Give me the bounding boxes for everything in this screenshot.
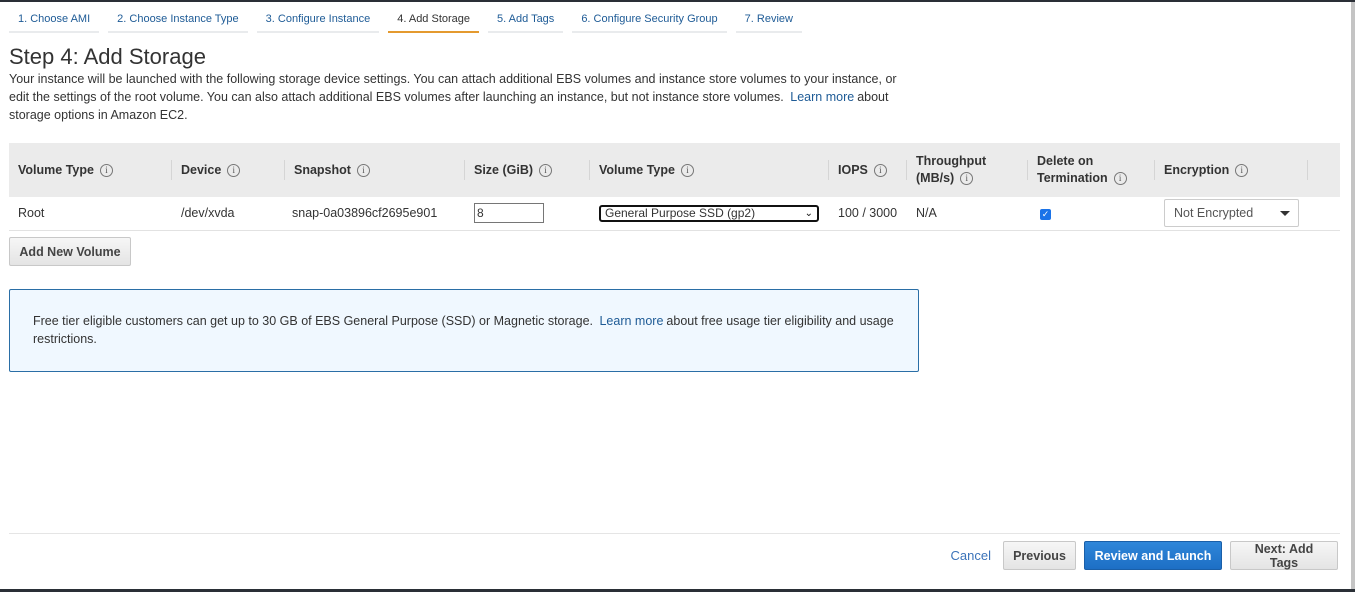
step-add-storage[interactable]: 4. Add Storage [388, 13, 480, 33]
cancel-link[interactable]: Cancel [951, 548, 991, 563]
step-choose-ami[interactable]: 1. Choose AMI [9, 13, 100, 33]
chevron-down-icon: ⌄ [804, 207, 813, 219]
delete-on-termination-checkbox[interactable]: ✓ [1040, 209, 1051, 221]
header-size: Size (GiB) i [465, 143, 590, 197]
step-choose-instance-type[interactable]: 2. Choose Instance Type [108, 13, 248, 33]
cell-size [465, 197, 590, 230]
header-throughput: Throughput (MB/s) i [907, 143, 1028, 197]
info-icon[interactable]: i [680, 163, 694, 177]
wizard-steps: 1. Choose AMI 2. Choose Instance Type 3.… [9, 13, 811, 33]
header-snapshot: Snapshot i [285, 143, 465, 197]
table-row: Root /dev/xvda snap-0a03896cf2695e901 Ge… [9, 197, 1340, 230]
volume-type-select[interactable]: General Purpose SSD (gp2) ⌄ [599, 204, 819, 222]
size-input[interactable] [474, 203, 544, 224]
footer-actions: Cancel Previous Review and Launch Next: … [951, 541, 1338, 570]
add-new-volume-button[interactable]: Add New Volume [9, 237, 131, 266]
free-tier-notice: Free tier eligible customers can get up … [9, 289, 919, 372]
next-add-tags-button[interactable]: Next: Add Tags [1230, 541, 1338, 570]
header-ebs-volume-type: Volume Type i [590, 143, 829, 197]
info-icon[interactable]: i [960, 172, 974, 186]
step-configure-instance[interactable]: 3. Configure Instance [256, 13, 380, 33]
notice-text: Free tier eligible customers can get up … [33, 314, 593, 328]
info-icon[interactable]: i [1113, 172, 1127, 186]
step-configure-security-group[interactable]: 6. Configure Security Group [572, 13, 727, 33]
encryption-value: Not Encrypted [1174, 206, 1254, 221]
cell-iops: 100 / 3000 [838, 206, 898, 221]
description-text: Your instance will be launched with the … [9, 72, 897, 104]
cell-device: /dev/xvda [181, 206, 235, 221]
footer-divider [9, 533, 1340, 534]
encryption-select[interactable]: Not Encrypted [1164, 199, 1299, 228]
info-icon[interactable]: i [99, 163, 113, 177]
cell-encryption: Not Encrypted [1155, 197, 1308, 230]
storage-table: Volume Type i Device i Snapshot i Size (GiB… [9, 143, 1340, 231]
previous-button[interactable]: Previous [1003, 541, 1076, 570]
learn-more-storage-link[interactable]: Learn more [787, 90, 857, 104]
info-icon[interactable]: i [539, 163, 553, 177]
info-icon[interactable]: i [227, 163, 241, 177]
page-description: Your instance will be launched with the … [9, 70, 914, 124]
info-icon[interactable]: i [873, 163, 887, 177]
info-icon[interactable]: i [356, 163, 370, 177]
cell-volume-type: Root [18, 206, 45, 221]
cell-delete-on-termination: ✓ [1028, 197, 1155, 230]
table-header-row: Volume Type i Device i Snapshot i Size (GiB… [9, 143, 1340, 197]
window-top-border [0, 0, 1355, 2]
volume-type-value: General Purpose SSD (gp2) [605, 206, 756, 221]
header-device: Device i [172, 143, 285, 197]
cell-ebs-volume-type: General Purpose SSD (gp2) ⌄ [590, 197, 829, 230]
header-actions [1308, 143, 1340, 197]
info-icon[interactable]: i [1235, 163, 1249, 177]
step-review[interactable]: 7. Review [735, 13, 802, 33]
caret-down-icon [1280, 210, 1290, 216]
header-encryption: Encryption i [1155, 143, 1308, 197]
step-add-tags[interactable]: 5. Add Tags [488, 13, 564, 33]
cell-snapshot: snap-0a03896cf2695e901 [292, 206, 438, 221]
learn-more-free-tier-link[interactable]: Learn more [596, 314, 666, 328]
header-iops: IOPS i [829, 143, 907, 197]
header-delete-on-termination: Delete on Termination i [1028, 143, 1155, 197]
review-and-launch-button[interactable]: Review and Launch [1084, 541, 1222, 570]
page-title: Step 4: Add Storage [9, 44, 206, 69]
header-volume-type: Volume Type i [9, 143, 172, 197]
cell-throughput: N/A [916, 206, 937, 221]
scrollbar[interactable] [1351, 2, 1355, 589]
